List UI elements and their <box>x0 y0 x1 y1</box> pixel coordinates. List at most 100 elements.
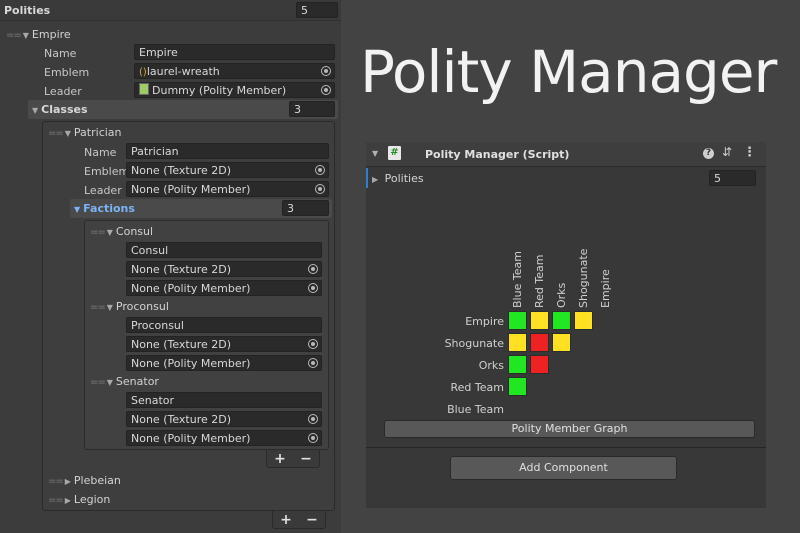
polities-label: Polities <box>4 4 51 17</box>
proconsul-header-label: Proconsul <box>115 300 169 313</box>
polities-count-field[interactable]: 5 <box>296 2 338 18</box>
empire-emblem-label: Emblem <box>44 66 90 79</box>
consul-foldout[interactable]: == ▼ Consul <box>90 225 153 238</box>
add-component-button[interactable]: Add Component <box>450 456 677 480</box>
object-picker-icon[interactable] <box>308 264 318 274</box>
consul-name-field[interactable]: Consul <box>126 242 322 258</box>
object-picker-icon[interactable] <box>315 184 325 194</box>
empire-leader-label: Leader <box>44 85 82 98</box>
graph-cell[interactable] <box>508 311 527 330</box>
foldout-open-icon: ▼ <box>106 228 113 237</box>
presets-icon[interactable]: ⇵ <box>722 145 732 159</box>
proconsul-foldout[interactable]: == ▼ Proconsul <box>90 300 169 313</box>
graph-cell[interactable] <box>508 333 527 352</box>
empire-emblem-field[interactable]: ()laurel-wreath <box>134 63 335 79</box>
senator-emblem-value: None (Texture 2D) <box>131 413 232 426</box>
graph-cell[interactable] <box>508 355 527 374</box>
graph-cell[interactable] <box>530 355 549 374</box>
remove-faction-button[interactable]: − <box>300 451 312 467</box>
empire-foldout[interactable]: == ▼ Empire <box>6 28 71 41</box>
patrician-leader-value: None (Polity Member) <box>131 183 251 196</box>
classes-foldout-label[interactable]: ▼ Classes <box>32 103 88 116</box>
patrician-name-field[interactable]: Patrician <box>126 143 329 159</box>
empire-leader-field[interactable]: Dummy (Polity Member) <box>134 82 335 98</box>
graph-cell[interactable] <box>574 311 593 330</box>
polity-member-graph-button[interactable]: Polity Member Graph <box>384 420 755 438</box>
consul-emblem-field[interactable]: None (Texture 2D) <box>126 261 322 277</box>
foldout-open-icon: ▼ <box>74 205 81 214</box>
foldout-open-icon: ▼ <box>22 31 29 40</box>
page-title: Polity Manager <box>360 38 777 106</box>
polities-header-row <box>0 0 341 21</box>
senator-header-label: Senator <box>115 375 159 388</box>
remove-class-button[interactable]: − <box>306 512 318 528</box>
proconsul-leader-field[interactable]: None (Polity Member) <box>126 355 322 371</box>
drag-handle-icon[interactable]: == <box>90 377 106 388</box>
classes-count-field[interactable]: 3 <box>289 101 335 117</box>
polities-row-label[interactable]: ▶ Polities <box>372 172 424 185</box>
object-picker-icon[interactable] <box>321 85 331 95</box>
inspector-polities-label: Polities <box>384 172 424 185</box>
graph-row-label: Orks <box>478 359 504 372</box>
classes-label: Classes <box>41 103 88 116</box>
add-faction-button[interactable]: + <box>274 451 286 467</box>
senator-name-field[interactable]: Senator <box>126 392 322 408</box>
patrician-leader-field[interactable]: None (Polity Member) <box>126 181 329 197</box>
graph-cell[interactable] <box>552 311 571 330</box>
foldout-open-icon: ▼ <box>106 378 113 387</box>
drag-handle-icon[interactable]: == <box>90 302 106 313</box>
foldout-closed-icon: ▶ <box>372 175 379 184</box>
empire-name-field[interactable]: Empire <box>134 44 335 60</box>
foldout-open-icon[interactable]: ▼ <box>372 149 378 158</box>
drag-handle-icon[interactable]: == <box>90 227 106 238</box>
consul-header-label: Consul <box>115 225 154 238</box>
factions-count-field[interactable]: 3 <box>282 200 329 216</box>
object-picker-icon[interactable] <box>308 433 318 443</box>
graph-row-label: Empire <box>465 315 504 328</box>
graph-column-label: Blue Team <box>511 251 524 308</box>
drag-handle-icon[interactable]: == <box>48 476 64 487</box>
graph-column-label: Empire <box>599 269 612 308</box>
graph-cell[interactable] <box>508 377 527 396</box>
patrician-emblem-value: None (Texture 2D) <box>131 164 232 177</box>
graph-cell[interactable] <box>530 333 549 352</box>
graph-column-label: Orks <box>555 282 568 308</box>
senator-foldout[interactable]: == ▼ Senator <box>90 375 159 388</box>
senator-leader-value: None (Polity Member) <box>131 432 251 445</box>
object-picker-icon[interactable] <box>321 66 331 76</box>
proconsul-emblem-value: None (Texture 2D) <box>131 338 232 351</box>
foldout-closed-icon: ▶ <box>64 477 71 486</box>
factions-foldout-label[interactable]: ▼ Factions <box>74 202 135 215</box>
object-picker-icon[interactable] <box>308 414 318 424</box>
senator-emblem-field[interactable]: None (Texture 2D) <box>126 411 322 427</box>
more-options-icon[interactable]: ⋮ <box>743 145 756 160</box>
foldout-open-icon: ▼ <box>32 106 39 115</box>
drag-handle-icon[interactable]: == <box>48 128 64 139</box>
object-picker-icon[interactable] <box>308 339 318 349</box>
patrician-emblem-field[interactable]: None (Texture 2D) <box>126 162 329 178</box>
proconsul-emblem-field[interactable]: None (Texture 2D) <box>126 336 322 352</box>
empire-emblem-value: laurel-wreath <box>146 65 220 78</box>
add-class-button[interactable]: + <box>280 512 292 528</box>
patrician-foldout[interactable]: == ▼ Patrician <box>48 126 122 139</box>
legion-foldout[interactable]: == ▶ Legion <box>48 493 110 506</box>
object-picker-icon[interactable] <box>308 283 318 293</box>
senator-leader-field[interactable]: None (Polity Member) <box>126 430 322 446</box>
inspector-polities-count-field[interactable]: 5 <box>709 170 756 186</box>
proconsul-name-field[interactable]: Proconsul <box>126 317 322 333</box>
plebeian-foldout[interactable]: == ▶ Plebeian <box>48 474 121 487</box>
consul-leader-field[interactable]: None (Polity Member) <box>126 280 322 296</box>
script-file-icon <box>139 83 149 95</box>
factions-add-remove: + − <box>266 450 320 468</box>
help-icon[interactable]: ? <box>703 148 714 159</box>
graph-cell[interactable] <box>552 333 571 352</box>
component-title: Polity Manager (Script) <box>425 148 570 161</box>
graph-row-label: Blue Team <box>447 403 504 416</box>
object-picker-icon[interactable] <box>315 165 325 175</box>
drag-handle-icon[interactable]: == <box>48 495 64 506</box>
drag-handle-icon[interactable]: == <box>6 30 22 41</box>
graph-cell[interactable] <box>530 311 549 330</box>
polity-graph: Blue Team Red Team Orks Shogunate Empire Empi… <box>366 190 766 418</box>
graph-layer: Blue Team Red Team Orks Shogunate Empire Empi… <box>366 190 766 418</box>
object-picker-icon[interactable] <box>308 358 318 368</box>
